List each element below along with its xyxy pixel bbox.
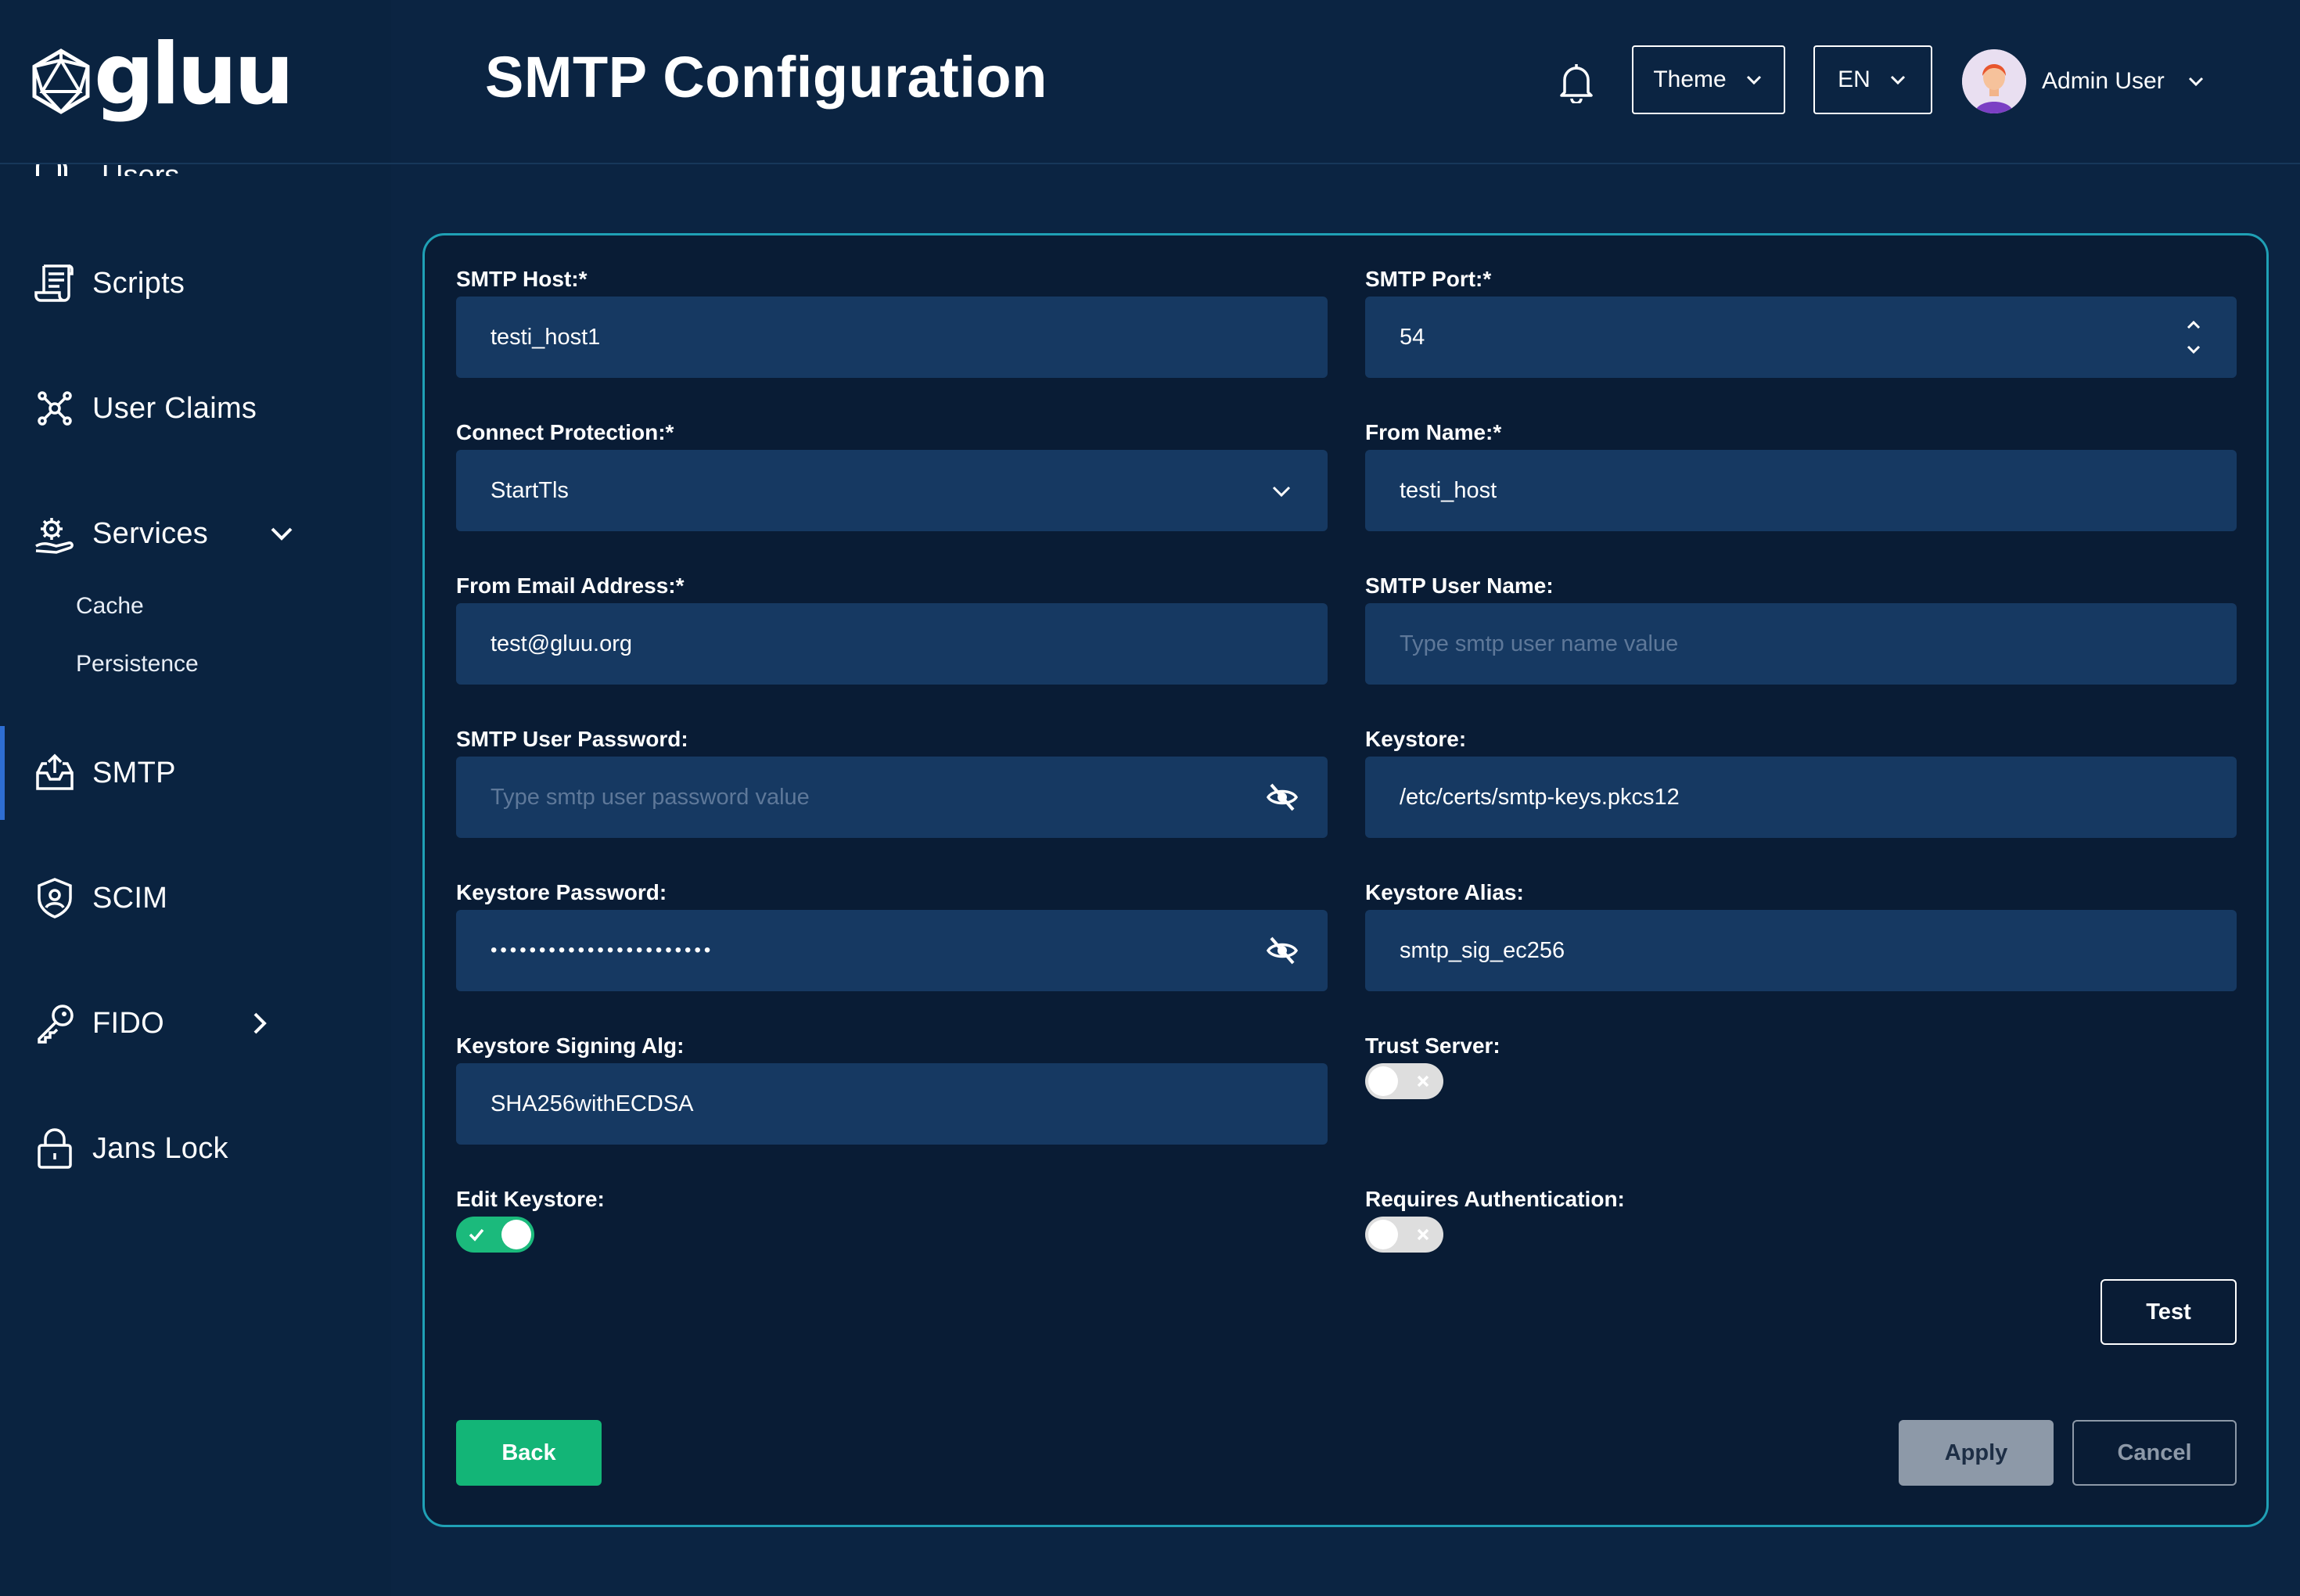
sidebar: Users gluu Scripts User Claims Services … xyxy=(0,0,391,1596)
x-icon xyxy=(1417,1228,1429,1241)
key-icon xyxy=(31,1000,78,1047)
gears-hand-icon xyxy=(31,510,78,557)
inbox-upload-icon xyxy=(31,749,78,796)
trust-server-toggle[interactable] xyxy=(1365,1063,1443,1099)
avatar xyxy=(1962,49,2026,113)
x-icon xyxy=(1417,1075,1429,1087)
from-name-label: From Name:* xyxy=(1365,420,1502,444)
eye-off-icon[interactable] xyxy=(1265,780,1299,814)
cancel-button[interactable]: Cancel xyxy=(2072,1420,2237,1486)
toggle-knob xyxy=(501,1220,531,1249)
sidebar-item-services[interactable]: Services xyxy=(0,487,391,581)
chevron-down-icon xyxy=(1272,486,1291,498)
smtp-user-password-input[interactable]: Type smtp user password value xyxy=(456,757,1328,838)
smtp-host-label: SMTP Host:* xyxy=(456,267,588,291)
sidebar-subitem-persistence[interactable]: Persistence xyxy=(76,651,199,678)
hub-icon xyxy=(31,385,78,432)
toggle-knob xyxy=(1368,1220,1398,1249)
top-header: SMTP Configuration Theme EN Admin User xyxy=(391,0,2300,164)
back-button[interactable]: Back xyxy=(456,1420,602,1486)
keystore-alias-label: Keystore Alias: xyxy=(1365,880,1524,904)
connect-protection-value: StartTls xyxy=(491,477,569,503)
shield-user-icon xyxy=(31,875,78,922)
chevron-right-icon[interactable] xyxy=(244,1008,275,1039)
sidebar-item-scim[interactable]: SCIM xyxy=(0,851,391,945)
smtp-host-input[interactable]: testi_host1 xyxy=(456,297,1328,378)
sidebar-item-smtp[interactable]: SMTP xyxy=(0,726,391,820)
smtp-user-name-input[interactable]: Type smtp user name value xyxy=(1365,603,2237,685)
gluu-logo-icon xyxy=(32,49,90,114)
smtp-port-label: SMTP Port:* xyxy=(1365,267,1492,291)
keystore-alias-input[interactable]: smtp_sig_ec256 xyxy=(1365,910,2237,991)
smtp-user-password-placeholder: Type smtp user password value xyxy=(491,784,810,810)
keystore-signing-alg-label: Keystore Signing Alg: xyxy=(456,1033,685,1058)
language-dropdown[interactable]: EN xyxy=(1813,45,1932,114)
toggle-knob xyxy=(1368,1066,1398,1096)
page-title: SMTP Configuration xyxy=(485,45,1048,110)
sidebar-item-label: FIDO xyxy=(92,1006,164,1040)
sidebar-item-label: SCIM xyxy=(92,881,168,915)
lock-icon xyxy=(31,1125,78,1172)
connect-protection-select[interactable]: StartTls xyxy=(456,450,1328,531)
keystore-password-value: ••••••••••••••••••••••• xyxy=(491,940,714,961)
check-icon xyxy=(469,1228,484,1242)
chevron-down-icon xyxy=(1890,75,1905,85)
spinner-arrows-icon[interactable] xyxy=(2183,314,2204,361)
theme-dropdown[interactable]: Theme xyxy=(1632,45,1785,114)
sidebar-item-user-claims[interactable]: User Claims xyxy=(0,361,391,455)
edit-keystore-label: Edit Keystore: xyxy=(456,1187,605,1211)
sidebar-item-fido[interactable]: FIDO xyxy=(0,976,391,1070)
keystore-input[interactable]: /etc/certs/smtp-keys.pkcs12 xyxy=(1365,757,2237,838)
requires-auth-toggle[interactable] xyxy=(1365,1217,1443,1253)
sidebar-item-jans-lock[interactable]: Jans Lock xyxy=(0,1102,391,1195)
sidebar-item-scripts[interactable]: Scripts xyxy=(0,236,391,330)
smtp-port-value: 54 xyxy=(1400,324,1425,350)
sidebar-item-label: User Claims xyxy=(92,391,257,425)
sidebar-item-label: Jans Lock xyxy=(92,1131,228,1165)
keystore-signing-alg-input[interactable]: SHA256withECDSA xyxy=(456,1063,1328,1145)
sidebar-item-label: Services xyxy=(92,516,209,550)
keystore-password-label: Keystore Password: xyxy=(456,880,667,904)
from-email-label: From Email Address:* xyxy=(456,573,685,598)
smtp-user-name-label: SMTP User Name: xyxy=(1365,573,1554,598)
chevron-down-icon xyxy=(2188,77,2203,87)
keystore-password-input[interactable]: ••••••••••••••••••••••• xyxy=(456,910,1328,991)
trust-server-label: Trust Server: xyxy=(1365,1033,1500,1058)
user-menu[interactable]: Admin User xyxy=(1962,49,2220,114)
smtp-user-password-label: SMTP User Password: xyxy=(456,727,688,751)
bell-icon[interactable] xyxy=(1557,61,1596,103)
sidebar-subitem-cache[interactable]: Cache xyxy=(76,593,144,620)
chevron-down-icon xyxy=(1746,75,1761,85)
from-email-input[interactable]: test@gluu.org xyxy=(456,603,1328,685)
logo-text: gluu xyxy=(94,25,294,124)
smtp-port-input[interactable]: 54 xyxy=(1365,297,2237,378)
edit-keystore-toggle[interactable] xyxy=(456,1217,534,1253)
language-label: EN xyxy=(1838,66,1871,92)
theme-label: Theme xyxy=(1653,66,1727,92)
user-name: Admin User xyxy=(2042,68,2165,94)
connect-protection-label: Connect Protection:* xyxy=(456,420,674,444)
sidebar-item-label: SMTP xyxy=(92,756,176,789)
requires-auth-label: Requires Authentication: xyxy=(1365,1187,1625,1211)
scroll-icon xyxy=(31,260,78,307)
smtp-config-form: SMTP Host:* testi_host1 SMTP Port:* 54 C… xyxy=(422,233,2269,1527)
from-name-input[interactable]: testi_host xyxy=(1365,450,2237,531)
chevron-down-icon[interactable] xyxy=(266,518,297,549)
logo[interactable]: gluu xyxy=(0,0,391,164)
keystore-label: Keystore: xyxy=(1365,727,1467,751)
eye-off-icon[interactable] xyxy=(1265,933,1299,968)
apply-button[interactable]: Apply xyxy=(1899,1420,2054,1486)
test-button[interactable]: Test xyxy=(2101,1279,2237,1345)
sidebar-item-label: Scripts xyxy=(92,266,185,300)
